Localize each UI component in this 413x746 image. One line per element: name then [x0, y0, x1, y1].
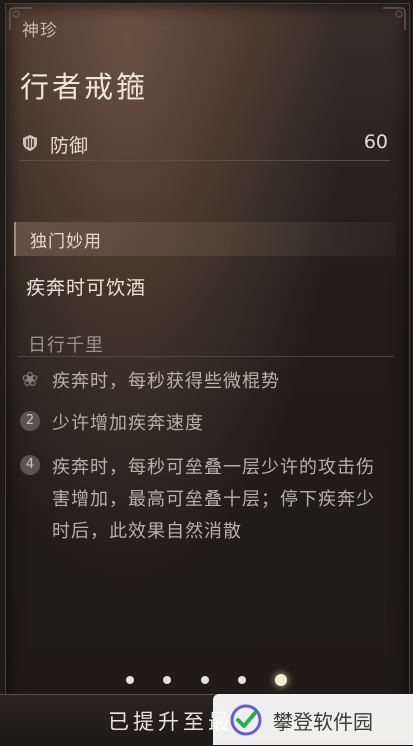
- set-effect-text: 疾奔时，每秒获得些微棍势: [52, 371, 280, 392]
- page-dot[interactable]: [200, 675, 209, 684]
- set-name: 日行千里: [28, 335, 104, 356]
- watermark-logo-icon: [229, 704, 263, 736]
- page-indicator: [0, 669, 413, 686]
- stat-label: 防御: [50, 135, 89, 157]
- watermark-text: 攀登软件园: [273, 710, 373, 734]
- set-effect-text: 疾奔时，每秒可垒叠一层少许的攻击伤害增加，最高可垒叠十层；停下疾奔少时后，此效果…: [52, 457, 375, 542]
- set-effect-item: 4 疾奔时，每秒可垒叠一层少许的攻击伤害增加，最高可垒叠十层；停下疾奔少时后，此…: [18, 452, 388, 584]
- set-bonus-header: 日行千里: [18, 330, 394, 357]
- tier-4-icon: 4: [20, 455, 40, 475]
- special-section-header: 独门妙用: [14, 222, 396, 256]
- ornament-corner-icon: [381, 6, 407, 32]
- set-effect-text: 少许增加疾奔速度: [52, 413, 204, 434]
- special-effect-text: 疾奔时可饮酒: [26, 277, 147, 299]
- set-effect-item: 2 少许增加疾奔速度: [18, 408, 388, 442]
- item-category: 神珍: [22, 21, 58, 41]
- page-dot-active[interactable]: [274, 673, 287, 686]
- watermark: 攀登软件园: [213, 694, 413, 745]
- page-dot[interactable]: [237, 675, 246, 684]
- item-title: 行者戒箍: [20, 70, 149, 104]
- defense-stat-row: 防御 60: [20, 130, 390, 161]
- flower-icon: ❀: [21, 367, 39, 391]
- set-effect-item: ❀ 疾奔时，每秒获得些微棍势: [18, 366, 388, 400]
- page-dot[interactable]: [163, 675, 172, 684]
- section-label: 独门妙用: [30, 232, 102, 252]
- page-dot[interactable]: [126, 675, 135, 684]
- tier-2-icon: 2: [20, 411, 40, 431]
- stat-value: 60: [363, 131, 388, 153]
- shield-icon: [22, 134, 38, 152]
